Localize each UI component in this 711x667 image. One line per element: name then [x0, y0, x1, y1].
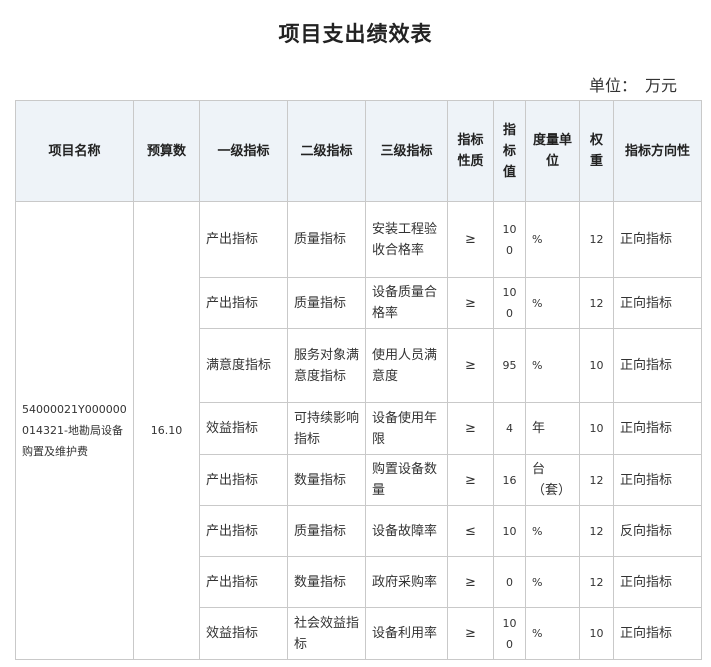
level1-cell: 效益指标 [199, 607, 288, 660]
project-name-cell: 54000021Y000000014321-地勘局设备购置及维护费 [15, 201, 134, 660]
header-project-name: 项目名称 [15, 100, 134, 202]
weight-cell: 10 [579, 402, 614, 455]
direction-cell: 正向指标 [613, 201, 702, 278]
level3-cell: 设备利用率 [365, 607, 448, 660]
level2-cell: 质量指标 [287, 277, 366, 329]
direction-cell: 正向指标 [613, 328, 702, 403]
nature-cell: ≥ [447, 402, 494, 455]
level2-cell: 可持续影响指标 [287, 402, 366, 455]
page-title: 项目支出绩效表 [278, 22, 433, 46]
direction-cell: 正向指标 [613, 556, 702, 608]
header-direction: 指标方向性 [613, 100, 702, 202]
unit-cell: 年 [525, 402, 580, 455]
header-level3: 三级指标 [365, 100, 448, 202]
level1-cell: 产出指标 [199, 454, 288, 506]
header-nature: 指标性质 [447, 100, 494, 202]
weight-cell: 12 [579, 454, 614, 506]
nature-cell: ≥ [447, 556, 494, 608]
level3-cell: 安装工程验收合格率 [365, 201, 448, 278]
level3-cell: 设备使用年限 [365, 402, 448, 455]
weight-cell: 12 [579, 277, 614, 329]
level3-cell: 购置设备数量 [365, 454, 448, 506]
value-cell: 100 [493, 201, 526, 278]
value-cell: 100 [493, 607, 526, 660]
level1-cell: 产出指标 [199, 505, 288, 557]
header-budget: 预算数 [133, 100, 200, 202]
performance-table: 项目名称 预算数 一级指标 二级指标 三级指标 指标性质 指标值 度量单位 权重… [15, 100, 702, 660]
header-level1: 一级指标 [199, 100, 288, 202]
level3-cell: 设备质量合格率 [365, 277, 448, 329]
unit-cell: % [525, 277, 580, 329]
value-cell: 0 [493, 556, 526, 608]
value-cell: 95 [493, 328, 526, 403]
level2-cell: 数量指标 [287, 556, 366, 608]
nature-cell: ≥ [447, 328, 494, 403]
level1-cell: 产出指标 [199, 556, 288, 608]
header-value: 指标值 [493, 100, 526, 202]
level2-cell: 社会效益指标 [287, 607, 366, 660]
unit-value: 万元 [644, 76, 677, 95]
unit-cell: % [525, 607, 580, 660]
value-cell: 4 [493, 402, 526, 455]
value-cell: 10 [493, 505, 526, 557]
unit-cell: % [525, 328, 580, 403]
nature-cell: ≥ [447, 277, 494, 329]
level3-cell: 设备故障率 [365, 505, 448, 557]
unit-cell: % [525, 505, 580, 557]
direction-cell: 反向指标 [613, 505, 702, 557]
level2-cell: 质量指标 [287, 505, 366, 557]
weight-cell: 12 [579, 201, 614, 278]
level1-cell: 产出指标 [199, 277, 288, 329]
header-unit: 度量单位 [525, 100, 580, 202]
budget-cell: 16.10 [133, 201, 200, 660]
unit-line: 单位： 万元 [589, 72, 677, 96]
unit-cell: % [525, 201, 580, 278]
nature-cell: ≥ [447, 201, 494, 278]
level2-cell: 服务对象满意度指标 [287, 328, 366, 403]
level3-cell: 政府采购率 [365, 556, 448, 608]
weight-cell: 10 [579, 328, 614, 403]
direction-cell: 正向指标 [613, 454, 702, 506]
unit-cell: % [525, 556, 580, 608]
direction-cell: 正向指标 [613, 277, 702, 329]
weight-cell: 12 [579, 556, 614, 608]
table-header-row: 项目名称 预算数 一级指标 二级指标 三级指标 指标性质 指标值 度量单位 权重… [15, 100, 702, 202]
header-level2: 二级指标 [287, 100, 366, 202]
nature-cell: ≤ [447, 505, 494, 557]
level1-cell: 满意度指标 [199, 328, 288, 403]
nature-cell: ≥ [447, 607, 494, 660]
level2-cell: 质量指标 [287, 201, 366, 278]
level1-cell: 效益指标 [199, 402, 288, 455]
level3-cell: 使用人员满意度 [365, 328, 448, 403]
unit-label: 单位： [588, 76, 637, 95]
direction-cell: 正向指标 [613, 607, 702, 660]
weight-cell: 12 [579, 505, 614, 557]
nature-cell: ≥ [447, 454, 494, 506]
table-row: 54000021Y000000014321-地勘局设备购置及维护费 16.10 … [15, 201, 702, 660]
value-cell: 16 [493, 454, 526, 506]
header-weight: 权重 [579, 100, 614, 202]
direction-cell: 正向指标 [613, 402, 702, 455]
weight-cell: 10 [579, 607, 614, 660]
level1-cell: 产出指标 [199, 201, 288, 278]
value-cell: 100 [493, 277, 526, 329]
level2-cell: 数量指标 [287, 454, 366, 506]
unit-cell: 台（套） [525, 454, 580, 506]
